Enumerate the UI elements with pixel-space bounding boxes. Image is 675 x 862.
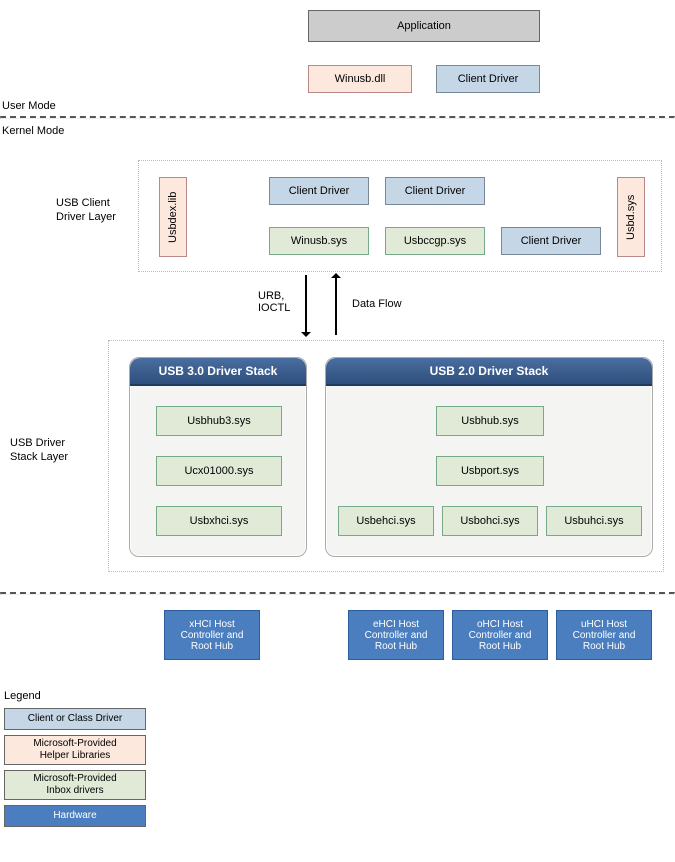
winusb-dll-box: Winusb.dll (308, 65, 412, 93)
legend-inbox: Microsoft-Provided Inbox drivers (4, 770, 146, 800)
usbccgp-sys-box: Usbccgp.sys (385, 227, 485, 255)
winusb-sys-box: Winusb.sys (269, 227, 369, 255)
mode-divider (0, 116, 675, 119)
usbuhci-box: Usbuhci.sys (546, 506, 642, 536)
uhci-controller-box: uHCI Host Controller and Root Hub (556, 610, 652, 660)
user-mode-label: User Mode (2, 100, 56, 112)
data-flow-arrow (335, 275, 337, 335)
ucx01000-box: Ucx01000.sys (156, 456, 282, 486)
xhci-controller-box: xHCI Host Controller and Root Hub (164, 610, 260, 660)
legend-hardware: Hardware (4, 805, 146, 827)
kernel-mode-label: Kernel Mode (2, 125, 64, 137)
application-box: Application (308, 10, 540, 42)
usbd-sys-box: Usbd.sys (617, 177, 645, 257)
urb-ioctl-label: URB, IOCTL (258, 290, 290, 314)
usb20-header: USB 2.0 Driver Stack (326, 358, 652, 386)
client-layer-container: Usbdex.lib Client Driver Client Driver W… (138, 160, 662, 272)
client-driver-2-box: Client Driver (385, 177, 485, 205)
usbxhci-box: Usbxhci.sys (156, 506, 282, 536)
usbhub-box: Usbhub.sys (436, 406, 544, 436)
ohci-controller-box: oHCI Host Controller and Root Hub (452, 610, 548, 660)
client-layer-label: USB Client Driver Layer (56, 196, 136, 225)
legend-helper: Microsoft-Provided Helper Libraries (4, 735, 146, 765)
usbehci-box: Usbehci.sys (338, 506, 434, 536)
usbohci-box: Usbohci.sys (442, 506, 538, 536)
ehci-controller-box: eHCI Host Controller and Root Hub (348, 610, 444, 660)
usb20-panel: USB 2.0 Driver Stack Usbhub.sys Usbport.… (325, 357, 653, 557)
legend-title: Legend (4, 690, 41, 702)
stack-layer-label: USB Driver Stack Layer (10, 436, 100, 465)
usb30-header: USB 3.0 Driver Stack (130, 358, 306, 386)
usb30-panel: USB 3.0 Driver Stack Usbhub3.sys Ucx0100… (129, 357, 307, 557)
usbdex-lib-box: Usbdex.lib (159, 177, 187, 257)
data-flow-label: Data Flow (352, 298, 402, 310)
client-driver-top-box: Client Driver (436, 65, 540, 93)
hw-divider (0, 592, 675, 595)
urb-ioctl-arrow (305, 275, 307, 335)
client-driver-3-box: Client Driver (501, 227, 601, 255)
client-driver-1-box: Client Driver (269, 177, 369, 205)
stack-layer-container: USB 3.0 Driver Stack Usbhub3.sys Ucx0100… (108, 340, 664, 572)
legend-client: Client or Class Driver (4, 708, 146, 730)
usbhub3-box: Usbhub3.sys (156, 406, 282, 436)
usbport-box: Usbport.sys (436, 456, 544, 486)
